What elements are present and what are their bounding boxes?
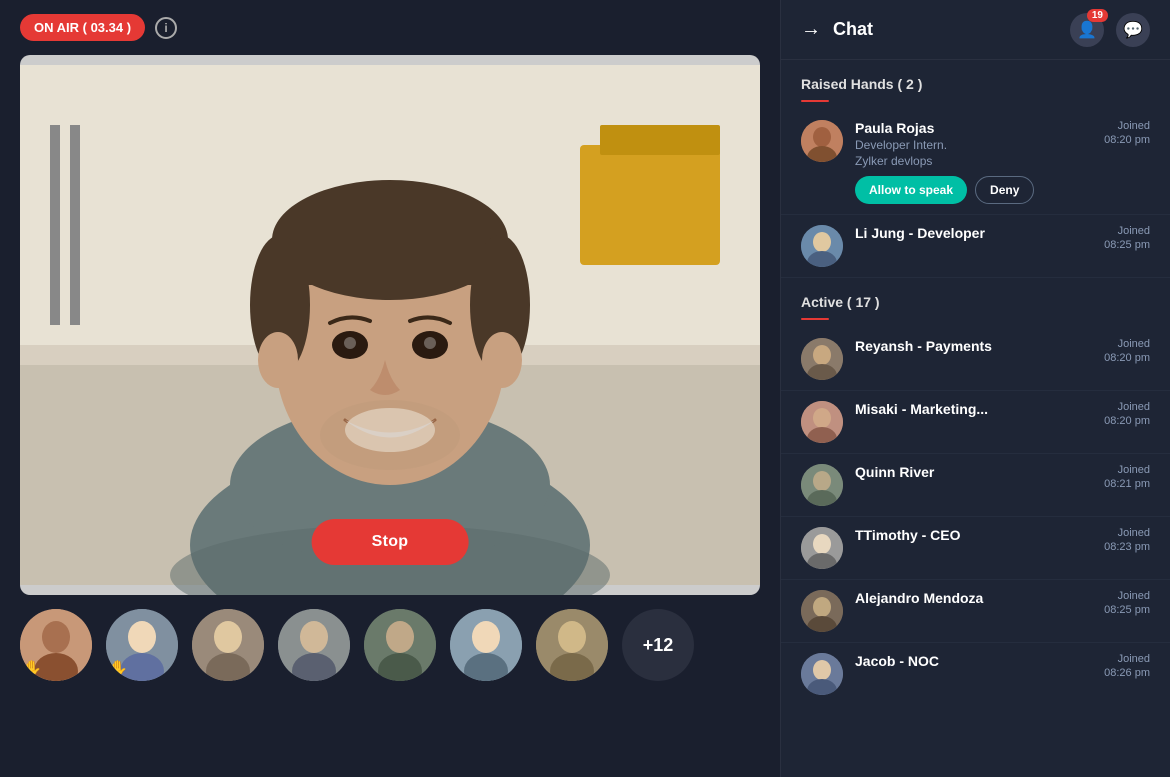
chat-header: → Chat 👤 19 💬 (781, 0, 1170, 60)
back-arrow-icon[interactable]: → (801, 18, 821, 41)
on-air-badge: ON AIR ( 03.34 ) (20, 14, 145, 41)
joined-label-paula: Joined (1118, 120, 1150, 132)
time-quinn: Joined 08:21 pm (1104, 464, 1150, 490)
info-jacob: Jacob - NOC (855, 653, 1092, 669)
name-quinn: Quinn River (855, 464, 1092, 480)
participants-icon-button[interactable]: 👤 19 (1070, 13, 1104, 47)
info-alejandro: Alejandro Mendoza (855, 590, 1092, 606)
raised-hands-header: Raised Hands ( 2 ) (781, 60, 1170, 100)
participant-avatar-1[interactable]: ✋ (20, 609, 92, 681)
info-misaki: Misaki - Marketing... (855, 401, 1092, 417)
time-reyansh: Joined 08:20 pm (1104, 338, 1150, 364)
name-li: Li Jung - Developer (855, 225, 1092, 241)
name-misaki: Misaki - Marketing... (855, 401, 1092, 417)
info-reyansh: Reyansh - Payments (855, 338, 1092, 354)
name-reyansh: Reyansh - Payments (855, 338, 1092, 354)
participant-avatar-7[interactable] (536, 609, 608, 681)
raised-hands-divider (801, 100, 829, 102)
left-panel: ON AIR ( 03.34 ) i (0, 0, 780, 777)
participant-avatar-2[interactable]: ✋ (106, 609, 178, 681)
participant-row-li: Li Jung - Developer Joined 08:25 pm (781, 215, 1170, 278)
video-area: Stop (20, 55, 760, 595)
hand-icon-1: ✋ (22, 659, 42, 679)
on-air-bar: ON AIR ( 03.34 ) i (0, 0, 780, 55)
more-participants-badge[interactable]: +12 (622, 609, 694, 681)
info-quinn: Quinn River (855, 464, 1092, 480)
participant-avatar-4[interactable] (278, 609, 350, 681)
time-li: Joined 08:25 pm (1104, 225, 1150, 251)
avatar-jacob (801, 653, 843, 695)
participant-row-paula: Paula Rojas Developer Intern. Zylker dev… (781, 110, 1170, 215)
avatar-misaki (801, 401, 843, 443)
avatar-timothy (801, 527, 843, 569)
participant-avatar-5[interactable] (364, 609, 436, 681)
avatar-alejandro (801, 590, 843, 632)
participant-row-reyansh: Reyansh - Payments Joined 08:20 pm (781, 328, 1170, 391)
avatar-li (801, 225, 843, 267)
info-paula: Paula Rojas Developer Intern. Zylker dev… (855, 120, 1092, 204)
participants-badge: 19 (1087, 9, 1108, 22)
deny-button-paula[interactable]: Deny (975, 176, 1034, 204)
participant-avatar-3[interactable] (192, 609, 264, 681)
stop-button[interactable]: Stop (312, 519, 469, 565)
time-misaki: Joined 08:20 pm (1104, 401, 1150, 427)
time-alejandro: Joined 08:25 pm (1104, 590, 1150, 616)
avatar-quinn (801, 464, 843, 506)
info-li: Li Jung - Developer (855, 225, 1092, 241)
active-divider (801, 318, 829, 320)
actions-paula: Allow to speak Deny (855, 176, 1092, 204)
info-timothy: TTimothy - CEO (855, 527, 1092, 543)
name-jacob: Jacob - NOC (855, 653, 1092, 669)
time-val-paula: 08:20 pm (1104, 134, 1150, 146)
chat-title: Chat (833, 19, 1058, 40)
active-header: Active ( 17 ) (781, 278, 1170, 318)
participant-row-timothy: TTimothy - CEO Joined 08:23 pm (781, 517, 1170, 580)
participants-strip: ✋ ✋ (0, 595, 780, 695)
allow-speak-button-paula[interactable]: Allow to speak (855, 176, 967, 204)
participants-list: Raised Hands ( 2 ) Paula Rojas Developer… (781, 60, 1170, 777)
participant-row-quinn: Quinn River Joined 08:21 pm (781, 454, 1170, 517)
hand-icon-2: ✋ (108, 659, 128, 679)
avatar-paula (801, 120, 843, 162)
participant-row-jacob: Jacob - NOC Joined 08:26 pm (781, 643, 1170, 705)
chat-bubble-icon[interactable]: 💬 (1116, 13, 1150, 47)
time-jacob: Joined 08:26 pm (1104, 653, 1150, 679)
name-alejandro: Alejandro Mendoza (855, 590, 1092, 606)
name-timothy: TTimothy - CEO (855, 527, 1092, 543)
right-panel: → Chat 👤 19 💬 Raised Hands ( 2 ) Paula R… (780, 0, 1170, 777)
participant-row-alejandro: Alejandro Mendoza Joined 08:25 pm (781, 580, 1170, 643)
avatar-reyansh (801, 338, 843, 380)
name-paula: Paula Rojas (855, 120, 1092, 136)
sub1-paula: Developer Intern. (855, 138, 1092, 152)
participant-avatar-6[interactable] (450, 609, 522, 681)
sub2-paula: Zylker devlops (855, 154, 1092, 168)
info-icon[interactable]: i (155, 17, 177, 39)
time-paula: Joined 08:20 pm (1104, 120, 1150, 146)
time-timothy: Joined 08:23 pm (1104, 527, 1150, 553)
participant-row-misaki: Misaki - Marketing... Joined 08:20 pm (781, 391, 1170, 454)
